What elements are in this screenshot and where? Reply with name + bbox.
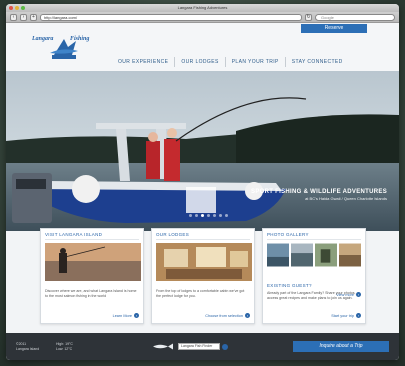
hero-subtitle: at BC's Haida Gwaii / Queen Charlotte Is… xyxy=(305,196,387,201)
learn-more-link[interactable]: Learn More › xyxy=(113,313,139,318)
slide-dot[interactable] xyxy=(189,214,192,217)
arrow-icon: › xyxy=(134,313,139,318)
footer-weather: High: 19°C Low: 12°C xyxy=(56,342,116,351)
arrow-icon: › xyxy=(356,313,361,318)
address-bar[interactable]: http://langara.com/ xyxy=(40,13,302,21)
window-title: Langara Fishing Adventures xyxy=(177,5,228,10)
start-trip-link[interactable]: Start your trip › xyxy=(331,313,361,318)
feature-cards: VISIT LANGARA ISLAND Discover where we a… xyxy=(40,228,366,324)
nav-our-lodges[interactable]: OUR LODGES xyxy=(174,57,224,67)
maximize-icon[interactable] xyxy=(21,6,25,10)
card-our-lodges: OUR LODGES From the top of lodges to a c… xyxy=(151,228,255,324)
window-controls xyxy=(9,6,25,10)
nav-plan-your-trip[interactable]: PLAN YOUR TRIP xyxy=(224,57,285,67)
hero-title: SPORT FISHING & WILDLIFE ADVENTURES xyxy=(251,189,387,195)
card-text: Discover where we are, and what Langara … xyxy=(45,289,137,298)
footer-copyright: ©2011 Langara Island xyxy=(16,342,56,351)
back-icon[interactable]: ‹ xyxy=(10,13,17,21)
gallery-thumbs xyxy=(267,243,361,267)
fish-finder-select[interactable]: Langara Fish Finder xyxy=(178,343,220,350)
slide-dot[interactable] xyxy=(195,214,198,217)
site-footer: ©2011 Langara Island High: 19°C Low: 12°… xyxy=(6,333,399,360)
close-icon[interactable] xyxy=(9,6,13,10)
minimize-icon[interactable] xyxy=(15,6,19,10)
card-photo-gallery: PHOTO GALLERY View more › EXISTING GUEST… xyxy=(262,228,366,324)
nav-stay-connected[interactable]: STAY CONNECTED xyxy=(284,57,349,67)
nav-our-experience[interactable]: OUR EXPERIENCE xyxy=(112,57,174,67)
arrow-icon: › xyxy=(245,313,250,318)
card-title: OUR LODGES xyxy=(156,232,250,240)
choose-lodge-link[interactable]: Choose from selection › xyxy=(205,313,250,318)
title-bar: Langara Fishing Adventures xyxy=(6,4,399,12)
forward-icon[interactable]: › xyxy=(20,13,27,21)
learn-more-label: Learn More xyxy=(112,313,132,318)
main-nav: OUR EXPERIENCE OUR LODGES PLAN YOUR TRIP… xyxy=(112,57,349,67)
visit-photo[interactable] xyxy=(45,243,141,281)
logo-word-1: Langara xyxy=(32,36,54,42)
slide-dot[interactable] xyxy=(213,214,216,217)
card-title: PHOTO GALLERY xyxy=(267,232,361,240)
go-button[interactable] xyxy=(222,343,228,350)
slide-dot[interactable] xyxy=(219,214,222,217)
slide-dots xyxy=(189,214,228,217)
gallery-thumb[interactable] xyxy=(315,243,337,267)
card-title: VISIT LANGARA ISLAND xyxy=(45,232,139,240)
start-trip-label: Start your trip xyxy=(331,313,354,318)
footer-line: Low: 12°C xyxy=(56,346,73,351)
slide-dot[interactable] xyxy=(225,214,228,217)
site-header: Reserve Langara Fishing OUR EXPERIENCE O… xyxy=(6,23,399,71)
hero-caption: SPORT FISHING & WILDLIFE ADVENTURES at B… xyxy=(251,189,387,201)
site-logo[interactable]: Langara Fishing xyxy=(32,33,92,61)
guest-title: EXISTING GUEST? xyxy=(267,283,312,288)
reserve-button[interactable]: Reserve xyxy=(301,24,367,33)
search-field[interactable]: Google xyxy=(315,13,395,21)
web-page: Reserve Langara Fishing OUR EXPERIENCE O… xyxy=(6,23,399,360)
card-text: From the top of lodges to a comfortable … xyxy=(156,289,245,298)
choose-lodge-label: Choose from selection xyxy=(205,313,243,318)
guest-text: Already part of the Langara Family? Shar… xyxy=(267,291,356,300)
slide-dot[interactable] xyxy=(207,214,210,217)
browser-toolbar: ‹ › + http://langara.com/ ↻ Google xyxy=(6,12,399,23)
logo-word-2: Fishing xyxy=(70,36,90,42)
hero-banner: SPORT FISHING & WILDLIFE ADVENTURES at B… xyxy=(6,71,399,231)
refresh-icon[interactable]: ↻ xyxy=(305,13,312,21)
footer-line: Langara Island xyxy=(16,346,40,351)
hero-photo xyxy=(6,71,399,231)
guest-section: EXISTING GUEST? Already part of the Lang… xyxy=(267,283,363,300)
browser-window: Langara Fishing Adventures ‹ › + http://… xyxy=(6,4,399,360)
gallery-thumb[interactable] xyxy=(339,243,361,267)
lodge-photo[interactable] xyxy=(156,243,252,281)
add-icon[interactable]: + xyxy=(30,13,37,21)
inquire-button[interactable]: Inquire about a Trip xyxy=(293,341,389,352)
gallery-thumb[interactable] xyxy=(267,243,289,267)
card-visit-langara: VISIT LANGARA ISLAND Discover where we a… xyxy=(40,228,144,324)
fish-icon xyxy=(153,343,173,350)
slide-dot[interactable] xyxy=(201,214,204,217)
gallery-thumb[interactable] xyxy=(291,243,313,267)
